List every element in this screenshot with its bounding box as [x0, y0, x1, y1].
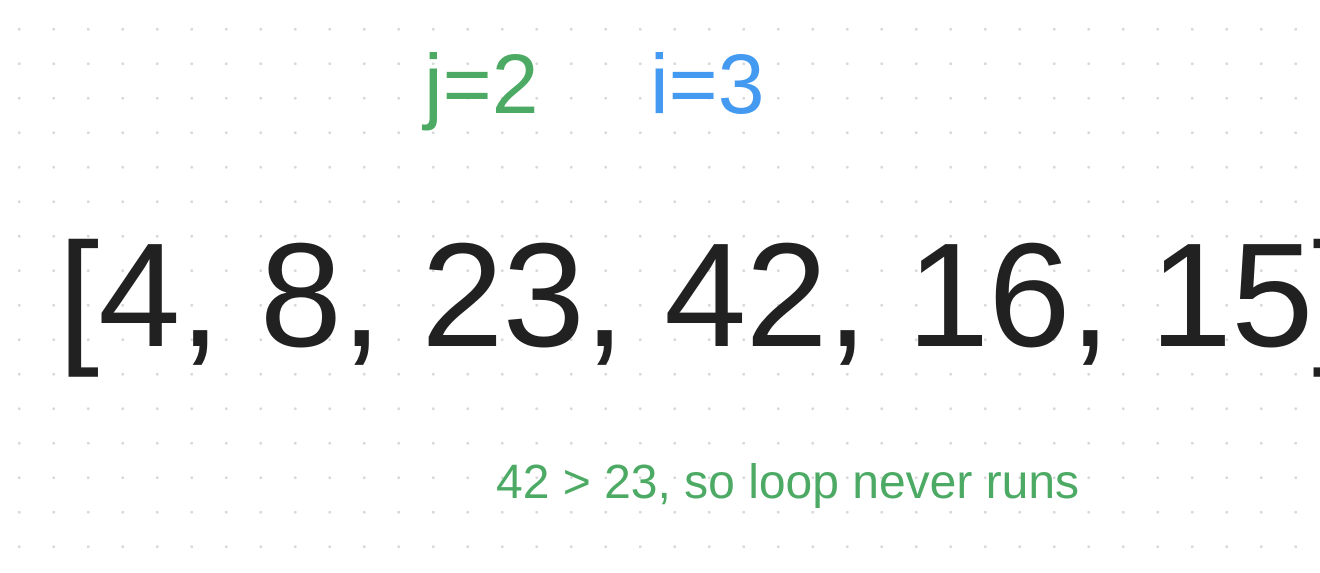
- dotted-canvas: j=2 i=3 [4, 8, 23, 42, 16, 15] 42 > 23, …: [0, 0, 1320, 573]
- i-pointer-label: i=3: [650, 37, 765, 131]
- array-display: [4, 8, 23, 42, 16, 15]: [58, 213, 1320, 378]
- comparison-note: 42 > 23, so loop never runs: [496, 456, 1080, 509]
- j-pointer-label: j=2: [424, 37, 539, 131]
